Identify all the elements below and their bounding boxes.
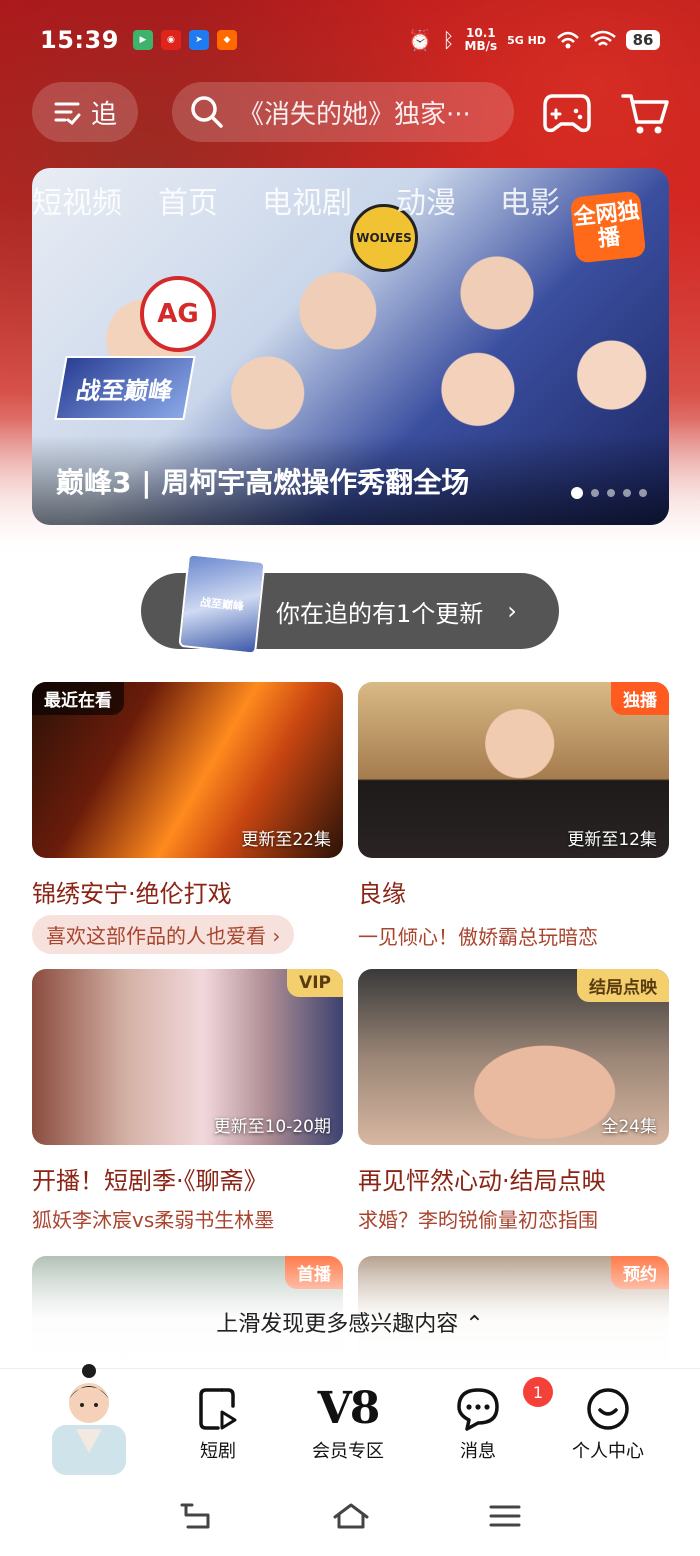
episode-status: 更新至10-20期 [213,1117,331,1137]
banner-pagination [571,487,647,499]
video-card[interactable]: 独播 更新至12集 良缘 一见倾心！傲娇霸总玩暗恋 [358,682,669,950]
related-recommend-button[interactable]: 喜欢这部作品的人也爱看 › [32,915,295,954]
nav-label: 消息 [460,1441,496,1462]
taobao-app-icon: ◆ [216,30,237,50]
pin-app-icon: ➤ [188,30,209,50]
video-title: 良缘 [358,880,406,908]
signal-icon [557,31,579,49]
back-icon[interactable] [178,1501,214,1531]
bluetooth-icon: ᛒ [442,28,455,52]
nav-label: 会员专区 [312,1441,384,1462]
discover-more-hint[interactable]: 上滑发现更多感兴趣内容 ⌃ [0,1306,700,1338]
tab-short-video[interactable]: 短视频 [32,178,122,222]
search-placeholder: 《消失的她》独家··· [238,99,471,130]
pagination-dot [623,489,631,497]
video-thumbnail: 最近在看 更新至22集 [32,682,343,858]
video-thumbnail: 独播 更新至12集 [358,682,669,858]
menu-icon[interactable] [488,1502,522,1530]
short-drama-icon [198,1385,238,1433]
video-thumbnail: 结局点映 全24集 [358,969,669,1145]
status-time: 15:39 [40,26,119,54]
nav-profile[interactable]: 个人中心 [548,1385,668,1463]
tab-tv-series[interactable]: 电视剧 [262,178,352,222]
video-title: 再见怦然心动·结局点映 [358,1167,606,1195]
follow-label: 追 [90,99,117,130]
nav-short-drama[interactable]: 短剧 [158,1385,278,1463]
show-logo: 战至巅峰 [54,356,196,420]
top-action-bar: 追 《消失的她》独家··· [0,80,700,146]
video-subtitle: 狐妖李沐宸vs柔弱书生林墨 [32,1208,275,1232]
nav-vip-zone[interactable]: V8 会员专区 [288,1385,408,1463]
video-thumbnail: VIP 更新至10-20期 [32,969,343,1145]
ag-team-logo: AG [140,276,216,352]
nav-messages[interactable]: 1 消息 [418,1377,553,1463]
video-card[interactable]: 结局点映 全24集 再见怦然心动·结局点映 求婚？李昀锐偷量初恋指围 [358,969,669,1233]
alarm-icon: ⏰ [407,28,433,52]
smile-face-icon [585,1385,631,1433]
finale-tag: 结局点映 [577,969,669,1002]
video-subtitle: 一见倾心！傲娇霸总玩暗恋 [358,925,598,949]
system-navigation [0,1476,700,1556]
tab-movie[interactable]: 电影 [500,178,560,222]
status-app-icons: ▶ ◉ ➤ ◆ [132,30,237,50]
game-button[interactable] [542,88,592,138]
cart-icon [621,94,669,134]
pagination-dot [591,489,599,497]
network-type: 5G HD [507,33,546,47]
vip-tag: VIP [287,969,343,997]
recently-watched-tag: 最近在看 [32,682,124,715]
follow-button[interactable]: 追 [32,82,138,142]
following-update-text: 你在追的有1个更新 [276,599,484,628]
video-card[interactable]: VIP 更新至10-20期 开播！短剧季·《聊斋》 狐妖李沐宸vs柔弱书生林墨 [32,969,343,1233]
episode-status: 更新至22集 [241,830,331,850]
iqiyi-app-icon: ▶ [132,30,153,50]
mascot-avatar[interactable] [48,1357,130,1475]
channel-tabs: 短视频 首页 电视剧 动漫 电影 [32,178,669,222]
chevron-right-icon: › [507,597,517,625]
video-title: 锦绣安宁·绝伦打戏 [32,880,232,908]
gamepad-icon [543,94,591,133]
list-icon [54,102,81,125]
cart-button[interactable] [620,88,670,138]
tab-home[interactable]: 首页 [158,178,218,222]
video-subtitle: 求婚？李昀锐偷量初恋指围 [358,1208,598,1232]
wifi-icon [590,30,616,46]
exclusive-tag: 独播 [611,682,669,715]
hero-banner[interactable]: AG WOLVES 战至巅峰 全网独播 短视频 首页 电视剧 动漫 电影 巅峰3… [32,168,669,525]
episode-status: 全24集 [601,1117,657,1137]
status-right: ⏰ ᛒ 10.1 MB/s 5G HD 86 [408,27,660,52]
pagination-dot [607,489,615,497]
episode-status: 更新至12集 [567,830,657,850]
tab-anime[interactable]: 动漫 [396,178,456,222]
home-icon[interactable] [331,1501,371,1531]
status-bar: 15:39 ▶ ◉ ➤ ◆ ⏰ ᛒ 10.1 MB/s 5G HD 86 [0,0,700,80]
video-title: 开播！短剧季·《聊斋》 [32,1167,268,1195]
bottom-navigation: 短剧 V8 会员专区 1 消息 个人中心 [0,1364,700,1476]
weibo-app-icon: ◉ [160,30,181,50]
search-icon [191,96,223,128]
net-speed: 10.1 MB/s [465,27,498,52]
pagination-dot [639,489,647,497]
message-icon: 1 [455,1377,553,1433]
following-update-thumbnail: 战至巅峰 [178,553,266,655]
search-bar[interactable]: 《消失的她》独家··· [172,82,514,142]
video-card[interactable]: 最近在看 更新至22集 锦绣安宁·绝伦打戏 喜欢这部作品的人也爱看 › [32,682,343,954]
v8-vip-icon: V8 [317,1383,381,1434]
nav-label: 短剧 [200,1441,236,1462]
net-speed-unit: MB/s [464,39,498,53]
banner-caption: 巅峰3 | 周柯宇高燃操作秀翻全场 [56,466,470,499]
nav-label: 个人中心 [572,1441,644,1462]
pagination-dot [571,487,583,499]
battery-level: 86 [626,30,660,50]
